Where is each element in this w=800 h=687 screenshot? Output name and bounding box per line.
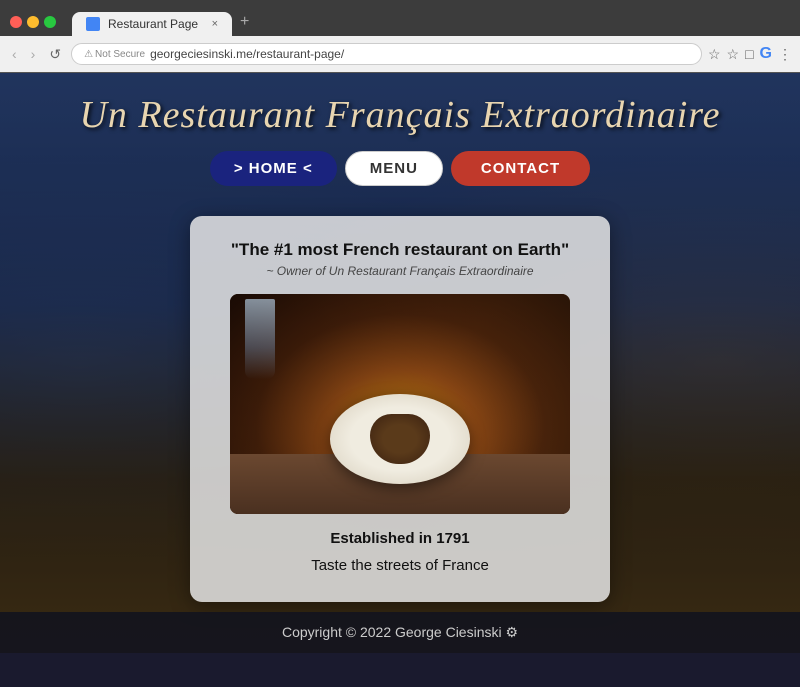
tab-favicon — [86, 17, 100, 31]
traffic-lights — [10, 16, 56, 28]
google-icon[interactable]: G — [760, 45, 772, 63]
food-photo-bg — [230, 294, 570, 514]
browser-menu-button[interactable]: ⋮ — [778, 46, 792, 63]
food-plate — [330, 394, 470, 484]
established-text: Established in 1791 — [220, 530, 580, 547]
back-button[interactable]: ‹ — [8, 44, 21, 64]
menu-nav-button[interactable]: MENU — [345, 151, 443, 186]
maximize-window-button[interactable] — [44, 16, 56, 28]
tagline-text: Taste the streets of France — [220, 557, 580, 574]
food-garnish — [370, 414, 430, 464]
food-image — [230, 294, 570, 514]
address-bar: ‹ › ↺ ⚠ Not Secure georgeciesinski.me/re… — [0, 36, 800, 72]
browser-chrome: Restaurant Page × + ‹ › ↺ ⚠ Not Secure g… — [0, 0, 800, 73]
close-window-button[interactable] — [10, 16, 22, 28]
main-quote: "The #1 most French restaurant on Earth" — [220, 240, 580, 260]
quote-attribution: ~ Owner of Un Restaurant Français Extrao… — [220, 264, 580, 278]
share-button[interactable]: ☆ — [708, 46, 721, 63]
site-footer: Copyright © 2022 George Ciesinski ⚙ — [0, 612, 800, 653]
new-tab-button[interactable]: + — [232, 8, 257, 36]
home-nav-button[interactable]: > HOME < — [210, 151, 337, 186]
minimize-window-button[interactable] — [27, 16, 39, 28]
url-text: georgeciesinski.me/restaurant-page/ — [150, 47, 344, 61]
bookmark-button[interactable]: ☆ — [727, 46, 740, 63]
main-content-card: "The #1 most French restaurant on Earth"… — [190, 216, 610, 602]
extensions-button[interactable]: □ — [745, 46, 753, 62]
warning-icon: ⚠ — [84, 49, 93, 60]
tab-close-button[interactable]: × — [212, 18, 218, 30]
forward-button[interactable]: › — [27, 44, 40, 64]
title-bar: Restaurant Page × + — [0, 0, 800, 36]
active-tab[interactable]: Restaurant Page × — [72, 12, 232, 36]
copyright-text: Copyright © 2022 George Ciesinski ⚙ — [282, 624, 518, 640]
navigation: > HOME < MENU CONTACT — [0, 151, 800, 186]
security-indicator: ⚠ Not Secure — [84, 49, 145, 60]
reload-button[interactable]: ↺ — [45, 44, 65, 65]
tab-bar: Restaurant Page × + — [72, 8, 790, 36]
site-title: Un Restaurant Français Extraordinaire — [0, 93, 800, 137]
website-viewport: Un Restaurant Français Extraordinaire > … — [0, 73, 800, 653]
contact-nav-button[interactable]: CONTACT — [451, 151, 590, 186]
wine-glass — [245, 299, 275, 379]
tab-title: Restaurant Page — [108, 17, 198, 31]
website-content: Un Restaurant Français Extraordinaire > … — [0, 73, 800, 602]
site-header: Un Restaurant Français Extraordinaire > … — [0, 73, 800, 216]
url-bar[interactable]: ⚠ Not Secure georgeciesinski.me/restaura… — [71, 43, 702, 65]
